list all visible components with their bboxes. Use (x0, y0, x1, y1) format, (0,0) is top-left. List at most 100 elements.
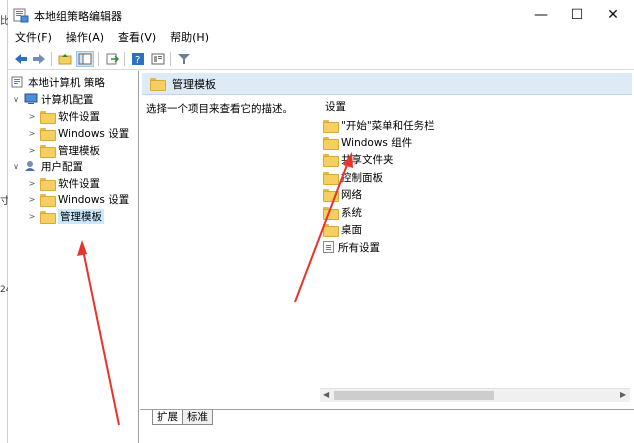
tree-item-user-software[interactable]: > 软件设置 (27, 175, 100, 191)
tree-item-user-config[interactable]: ∨ 用户配置 (11, 158, 83, 174)
tree-label: 软件设置 (58, 177, 100, 190)
gpedit-app-icon (13, 8, 29, 23)
chevron-right-icon[interactable]: > (27, 179, 37, 188)
chevron-right-icon[interactable]: > (27, 195, 37, 204)
folder-icon (323, 171, 339, 185)
toolbar-separator (98, 52, 99, 66)
tree-item-root[interactable]: 本地计算机 策略 (11, 74, 105, 90)
chevron-right-icon[interactable]: > (27, 112, 37, 121)
title-bar[interactable]: 本地组策略编辑器 — ☐ ✕ (8, 0, 634, 30)
tab-extended[interactable]: 扩展 (152, 410, 183, 425)
list-item[interactable]: 共享文件夹 (323, 151, 394, 167)
tree-item-user-windows[interactable]: > Windows 设置 (27, 191, 129, 207)
minimize-icon: — (534, 7, 548, 23)
chevron-down-icon[interactable]: ∨ (11, 95, 21, 104)
details-header-title: 管理模板 (172, 77, 216, 91)
filter-icon (178, 54, 190, 64)
folder-icon (323, 153, 339, 167)
menu-help[interactable]: 帮助(H) (163, 30, 216, 48)
tree-label: 计算机配置 (41, 93, 94, 106)
list-item-label: 共享文件夹 (341, 153, 394, 166)
tree-item-computer-software[interactable]: > 软件设置 (27, 108, 100, 124)
tab-standard[interactable]: 标准 (182, 410, 213, 425)
help-icon: ? (132, 53, 144, 66)
all-settings-icon (323, 241, 334, 253)
tree-label: 管理模板 (58, 144, 100, 157)
forward-icon (33, 54, 45, 64)
folder-icon (323, 223, 339, 237)
properties-button[interactable] (149, 51, 167, 67)
window-title: 本地组策略编辑器 (34, 10, 122, 23)
list-item-label: 控制面板 (341, 171, 383, 184)
folder-icon (150, 78, 166, 91)
forward-button[interactable] (30, 51, 48, 67)
tree-label: 用户配置 (41, 160, 83, 173)
svg-text:?: ? (135, 55, 140, 66)
close-button[interactable]: ✕ (590, 0, 634, 30)
toolbar-separator (170, 52, 171, 66)
view-tabs: 扩展 标准 (140, 409, 634, 443)
up-folder-icon (58, 54, 72, 65)
folder-icon (40, 144, 56, 158)
toolbar-separator (124, 52, 125, 66)
policy-document-icon (11, 76, 23, 88)
back-icon (15, 54, 27, 64)
gpedit-window: 本地组策略编辑器 — ☐ ✕ 文件(F) 操作(A) 查看(V) 帮助(H) ? (8, 0, 634, 443)
list-item-label: 桌面 (341, 223, 362, 236)
back-button[interactable] (12, 51, 30, 67)
list-item[interactable]: Windows 组件 (323, 134, 412, 150)
list-item[interactable]: 系统 (323, 204, 362, 220)
menu-view[interactable]: 查看(V) (111, 30, 163, 48)
show-hide-tree-button[interactable] (76, 51, 94, 67)
chevron-right-icon[interactable]: > (27, 129, 37, 138)
folder-icon (323, 188, 339, 202)
horizontal-scrollbar[interactable]: ◀ ▶ (320, 388, 630, 402)
list-item[interactable]: "开始"菜单和任务栏 (323, 117, 435, 133)
tree-pane[interactable]: 本地计算机 策略 ∨ 计算机配置 > 软件设置 > Windows 设置 > 管… (8, 71, 139, 443)
chevron-right-icon[interactable]: > (27, 212, 37, 221)
chevron-right-icon[interactable]: > (27, 146, 37, 155)
toolbar-separator (51, 52, 52, 66)
toolbar: ? (8, 48, 634, 70)
tree-label: 本地计算机 策略 (28, 76, 105, 89)
folder-icon (40, 110, 56, 124)
description-text: 选择一个项目来查看它的描述。 (146, 103, 293, 115)
list-item-label: Windows 组件 (341, 136, 413, 149)
menu-file[interactable]: 文件(F) (8, 30, 59, 48)
tree-item-computer-config[interactable]: ∨ 计算机配置 (11, 91, 94, 107)
scroll-left-icon[interactable]: ◀ (323, 390, 329, 399)
folder-icon (40, 210, 56, 224)
tree-item-user-admin-templates[interactable]: > 管理模板 (27, 208, 104, 224)
list-item[interactable]: 网络 (323, 186, 362, 202)
menu-action[interactable]: 操作(A) (59, 30, 111, 48)
folder-icon (40, 127, 56, 141)
tree-item-computer-admin-templates[interactable]: > 管理模板 (27, 142, 100, 158)
folder-icon (323, 119, 339, 133)
list-item[interactable]: 所有设置 (323, 239, 380, 255)
up-one-level-button[interactable] (56, 51, 74, 67)
scroll-right-icon[interactable]: ▶ (620, 390, 626, 399)
details-header: 管理模板 (142, 73, 632, 95)
list-item[interactable]: 控制面板 (323, 169, 383, 185)
folder-icon (40, 177, 56, 191)
close-icon: ✕ (607, 7, 619, 23)
filter-button[interactable] (175, 51, 193, 67)
export-list-button[interactable] (103, 51, 121, 67)
tree-label: Windows 设置 (58, 193, 130, 206)
list-item-label: 系统 (341, 206, 362, 219)
chevron-down-icon[interactable]: ∨ (11, 162, 21, 171)
scrollbar-thumb[interactable] (334, 391, 494, 400)
tree-label: Windows 设置 (58, 127, 130, 140)
properties-icon (151, 53, 165, 65)
help-button[interactable]: ? (129, 51, 147, 67)
folder-icon (323, 206, 339, 220)
tree-item-computer-windows[interactable]: > Windows 设置 (27, 125, 129, 141)
list-item-label: 所有设置 (338, 241, 380, 254)
column-header-settings[interactable]: 设置 (325, 99, 346, 114)
details-pane[interactable]: 管理模板 选择一个项目来查看它的描述。 设置 "开始"菜单和任务栏 Window… (140, 71, 634, 409)
folder-icon (323, 136, 339, 150)
list-item[interactable]: 桌面 (323, 221, 362, 237)
show-hide-tree-icon (78, 53, 92, 65)
menu-bar: 文件(F) 操作(A) 查看(V) 帮助(H) (8, 30, 634, 48)
export-list-icon (106, 53, 119, 65)
